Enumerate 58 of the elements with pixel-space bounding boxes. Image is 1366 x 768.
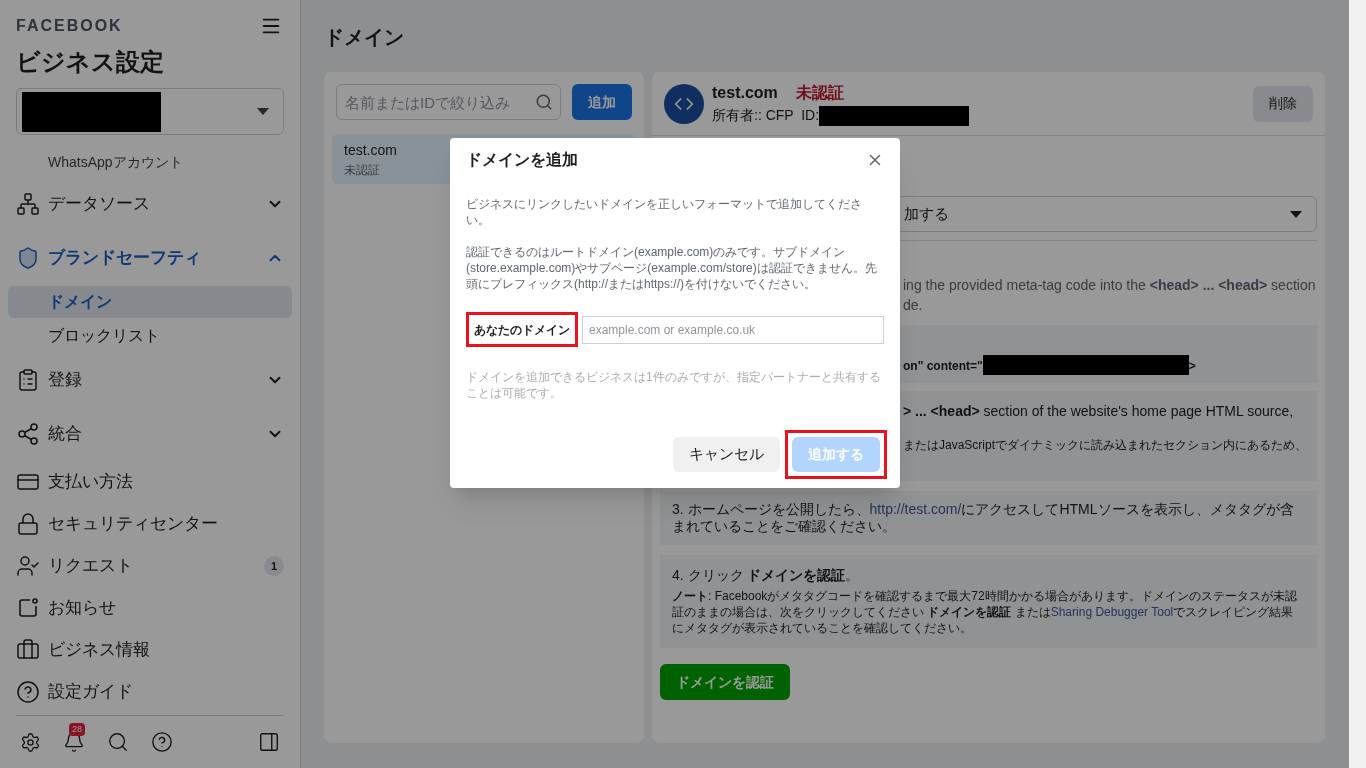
step-title: 4. クリック ドメインを認証。 [672, 566, 861, 585]
caret-icon [1290, 210, 1302, 218]
instruction-text: ing the provided meta-tag code into the <head> ... <head> section [903, 276, 1317, 295]
sidebar-title: ビジネス設定 [15, 47, 165, 77]
domain-status: 未認証 [344, 161, 380, 179]
search-field[interactable]: 名前またはIDで絞り込み [336, 84, 561, 120]
status-label: 未認証 [795, 83, 844, 103]
sidebar-subitem[interactable]: WhatsAppアカウント [0, 147, 300, 177]
url-link[interactable]: http://test.com/ [869, 501, 962, 517]
sidebar-item[interactable]: データソース [0, 177, 300, 231]
settings-icon[interactable] [20, 731, 41, 753]
brand-logo: FACEBOOK [16, 16, 123, 36]
field-label: あなたのドメイン [466, 312, 578, 347]
sidebar-item[interactable]: 登録 [0, 353, 300, 407]
code-text: > [1188, 358, 1196, 375]
panel-toggle-icon[interactable] [258, 731, 280, 753]
code-text: on" content=" [903, 358, 983, 375]
clipboard-icon [16, 368, 40, 392]
network-icon [16, 192, 40, 216]
count-badge: 1 [264, 556, 284, 576]
instruction-text: またはJavaScriptでダイナミックに読み込まれたセクション内にあるため、 [903, 437, 1309, 454]
sidebar-item[interactable]: 設定ガイド [0, 671, 300, 713]
briefcase-icon [16, 638, 40, 662]
instruction-text: > ... <head> section of the website's home page HTML source, [903, 402, 1295, 421]
domain-name: test.com [712, 83, 778, 103]
sidebar-item[interactable]: ブランドセーフティ [0, 231, 300, 285]
domain-input[interactable]: example.com or example.co.uk [582, 315, 884, 344]
notification-badge: 28 [69, 723, 85, 736]
dialog-note: ドメインを追加できるビジネスは1件のみですが、指定パートナーと共有することは可能です。 [465, 369, 882, 401]
owner-text: 所有者:: CFP ID: [712, 106, 820, 125]
cancel-button[interactable]: キャンセル [673, 437, 780, 472]
sidebar-item[interactable]: リクエスト 1 [0, 545, 300, 587]
help-icon [16, 680, 40, 704]
delete-button[interactable]: 削除 [1253, 85, 1313, 122]
notice-icon [16, 596, 40, 620]
sidebar-item[interactable]: セキュリティセンター [0, 503, 300, 545]
dialog-title: ドメインを追加 [466, 150, 578, 170]
instruction-text: de. [903, 296, 924, 315]
debugger-link[interactable]: Sharing Debugger Tool [1050, 605, 1174, 619]
sidebar-item[interactable]: 支払い方法 [0, 461, 300, 503]
share-icon [16, 422, 40, 446]
sidebar-item[interactable]: お知らせ [0, 587, 300, 629]
search-icon [535, 93, 553, 111]
lock-icon [16, 512, 40, 536]
user-check-icon [16, 554, 40, 578]
domain-name: test.com [344, 140, 397, 160]
step-note: ノート: Facebookがメタタグコードを確認するまで最大72時間かかる場合があります。ドメインのステータスが未認証のままの場合は、次をクリックしてください ドメインを認証 またはSharing Debugger Toolでスクレイピング結果にメタタグが表示されていることを確認してください。 [672, 588, 1298, 636]
sidebar-subitem[interactable]: ブロックリスト [8, 320, 292, 352]
page-title: ドメイン [324, 25, 405, 50]
sidebar-item[interactable]: ビジネス情報 [0, 629, 300, 671]
caret-icon [257, 108, 269, 115]
domain-avatar [664, 83, 704, 124]
step-text: 3. ホームページを公開したら、http://test.com/にアクセスしてHTMLソースを表示し、メタタグが含まれていることをご確認ください。 [672, 501, 1295, 535]
sidebar-item[interactable]: 統合 [0, 407, 300, 461]
account-select[interactable] [16, 88, 284, 135]
dialog-text: 認証できるのはルートドメイン(example.com)のみです。サブドメイン(store.example.com)やサブページ(example.com/store)は認証できません。先頭にプレフィックス(http://またはhttps://)を付けないでください。 [466, 244, 878, 292]
search-icon[interactable] [107, 731, 129, 753]
help-icon[interactable] [151, 731, 173, 753]
